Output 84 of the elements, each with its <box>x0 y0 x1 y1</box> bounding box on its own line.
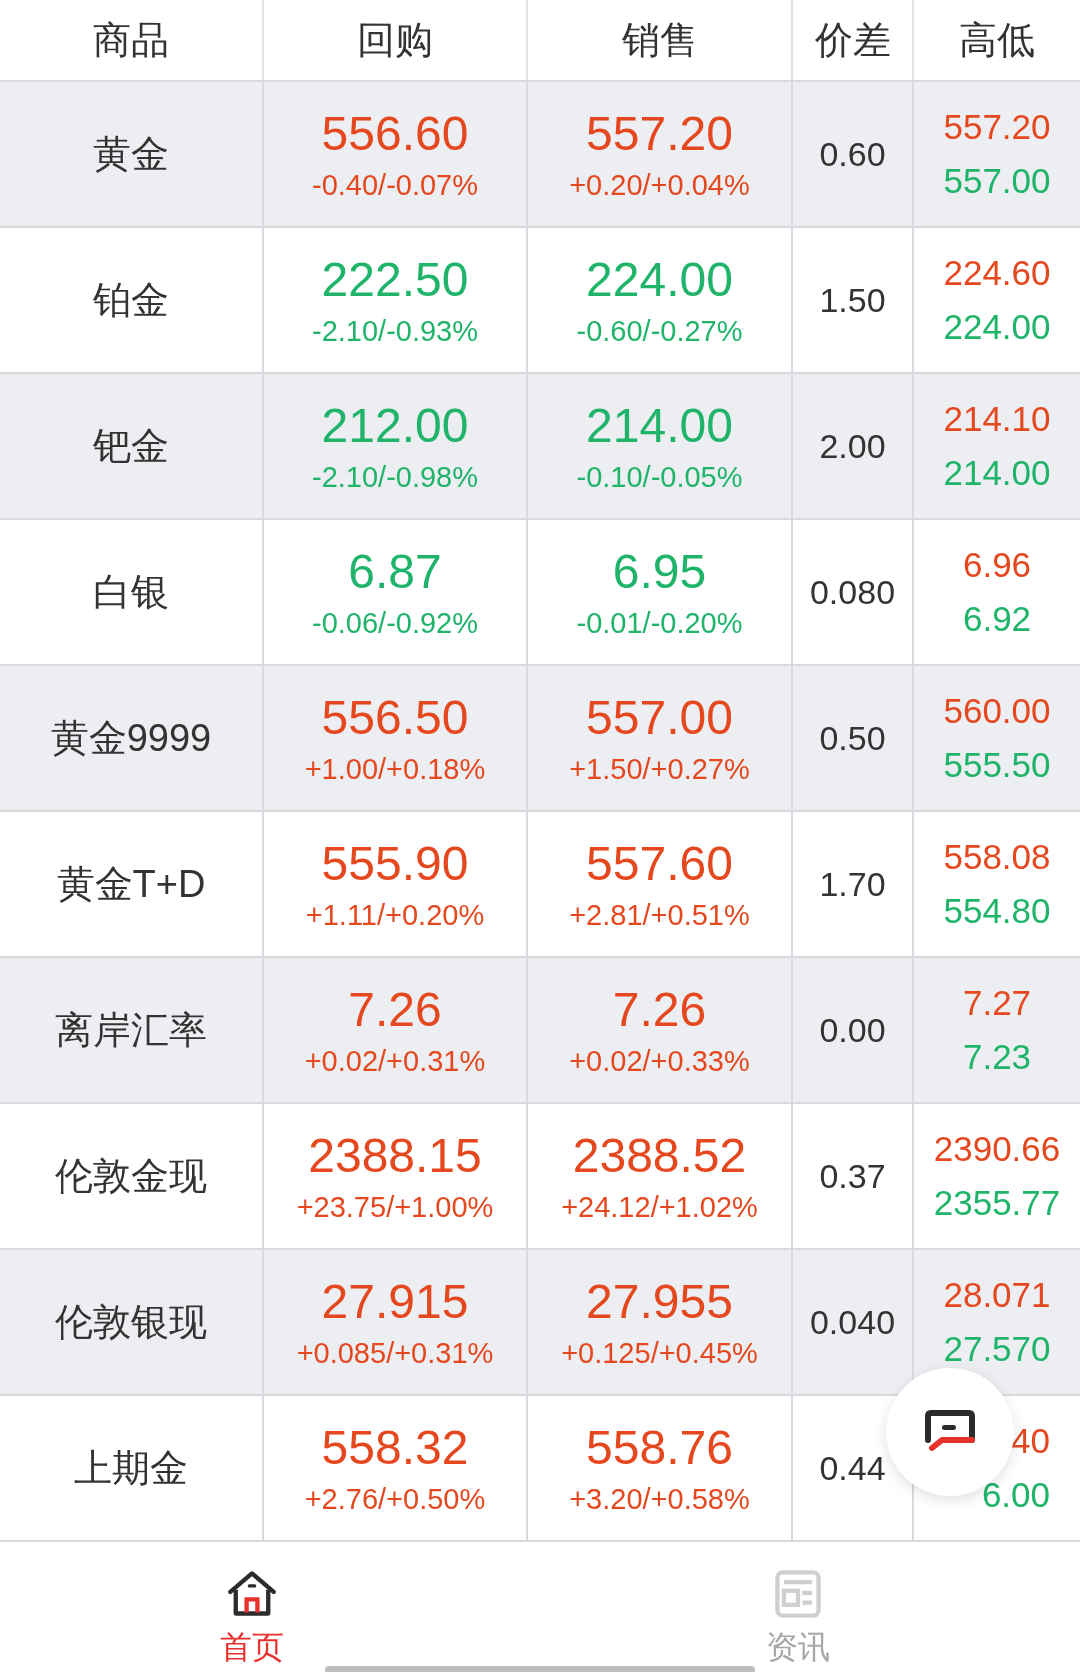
price: 557.00 <box>586 690 733 746</box>
price: 7.26 <box>348 982 442 1038</box>
price-change: -0.06/-0.92% <box>311 606 478 641</box>
price: 2388.52 <box>572 1128 747 1184</box>
price-spread: 0.37 <box>819 1156 886 1196</box>
product-name: 离岸汇率 <box>55 1007 207 1053</box>
price: 556.50 <box>321 690 469 746</box>
high-price: 560.00 <box>943 690 1051 732</box>
price: 557.20 <box>586 106 733 162</box>
price: 558.32 <box>321 1420 469 1476</box>
price-spread: 1.50 <box>819 280 886 320</box>
product-name: 白银 <box>93 569 169 615</box>
price-change: +3.20/+0.58% <box>569 1482 750 1517</box>
low-price: 27.570 <box>943 1328 1051 1370</box>
price-change: +1.00/+0.18% <box>304 752 486 787</box>
price: 6.87 <box>348 544 442 600</box>
price-spread: 1.70 <box>819 864 886 904</box>
price: 212.00 <box>321 398 469 454</box>
price: 27.955 <box>586 1274 733 1330</box>
high-price: 2390.66 <box>933 1128 1061 1170</box>
price: 558.76 <box>586 1420 733 1476</box>
price-spread: 0.040 <box>809 1302 896 1342</box>
price-change: +0.20/+0.04% <box>569 168 750 203</box>
product-name: 黄金9999 <box>50 715 212 761</box>
price-change: +0.02/+0.33% <box>569 1044 750 1079</box>
price-change: -0.40/-0.07% <box>311 168 478 203</box>
price-change: +0.125/+0.45% <box>561 1336 758 1371</box>
high-price: 40 <box>1011 1420 1050 1462</box>
price-change: +23.75/+1.00% <box>296 1190 494 1225</box>
product-name: 铂金 <box>93 277 169 323</box>
low-price: 224.00 <box>943 306 1051 348</box>
price-change: -2.10/-0.93% <box>311 314 478 349</box>
product-name: 伦敦银现 <box>55 1299 207 1345</box>
price-spread: 0.00 <box>819 1010 886 1050</box>
price: 6.95 <box>612 544 707 600</box>
product-name: 黄金 <box>93 131 169 177</box>
high-price: 224.60 <box>943 252 1051 294</box>
price-change: +0.085/+0.31% <box>296 1336 494 1371</box>
low-price: 2355.77 <box>933 1182 1061 1224</box>
column-header: 高低 <box>958 17 1036 63</box>
price-change: -2.10/-0.98% <box>311 460 478 495</box>
high-price: 558.08 <box>943 836 1051 878</box>
price-change: +2.81/+0.51% <box>569 898 750 933</box>
low-price: 557.00 <box>943 160 1051 202</box>
price: 557.60 <box>586 836 733 892</box>
newspaper-icon <box>772 1568 824 1620</box>
high-price: 214.10 <box>943 398 1051 440</box>
price: 7.26 <box>612 982 707 1038</box>
low-price: 214.00 <box>943 452 1051 494</box>
price: 222.50 <box>321 252 469 308</box>
high-price: 7.27 <box>962 982 1032 1024</box>
product-name: 伦敦金现 <box>55 1153 207 1199</box>
low-price: 6.92 <box>962 598 1032 640</box>
price-change: +1.50/+0.27% <box>569 752 750 787</box>
price-change: -0.01/-0.20% <box>576 606 743 641</box>
price-spread: 0.60 <box>819 134 886 174</box>
price-change: +24.12/+1.02% <box>561 1190 758 1225</box>
high-price: 28.071 <box>943 1274 1051 1316</box>
price-change: +1.11/+0.20% <box>305 898 485 933</box>
price-change: +0.02/+0.31% <box>304 1044 486 1079</box>
price-change: +2.76/+0.50% <box>304 1482 486 1517</box>
price: 2388.15 <box>308 1128 482 1184</box>
price-spread: 0.080 <box>809 572 896 612</box>
price-spread: 0.50 <box>819 718 886 758</box>
product-name: 上期金 <box>74 1445 188 1491</box>
price-spread: 2.00 <box>819 426 886 466</box>
price-spread: 0.44 <box>819 1448 886 1488</box>
price: 214.00 <box>586 398 733 454</box>
low-price: 6.00 <box>981 1474 1050 1516</box>
low-price: 554.80 <box>943 890 1051 932</box>
price-change: -0.60/-0.27% <box>576 314 743 349</box>
product-name: 钯金 <box>93 423 169 469</box>
high-price: 6.96 <box>962 544 1032 586</box>
low-price: 555.50 <box>943 744 1051 786</box>
product-name: 黄金T+D <box>56 861 206 907</box>
price: 224.00 <box>586 252 733 308</box>
price: 556.60 <box>321 106 469 162</box>
price: 27.915 <box>321 1274 469 1330</box>
high-price: 557.20 <box>943 106 1051 148</box>
nav-tab[interactable]: 资讯 <box>766 1542 830 1672</box>
nav-tab[interactable]: 首页 <box>220 1542 284 1672</box>
price-change: -0.10/-0.05% <box>576 460 743 495</box>
price: 555.90 <box>321 836 469 892</box>
low-price: 7.23 <box>962 1036 1032 1078</box>
